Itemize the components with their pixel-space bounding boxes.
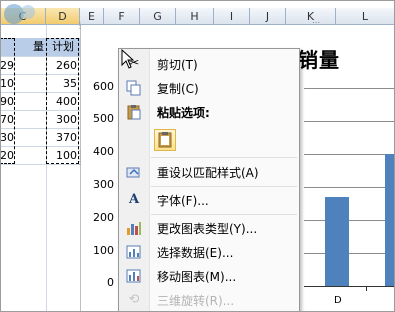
- chart-resize-handle[interactable]: ⋮: [76, 22, 84, 30]
- column-header-k[interactable]: K: [286, 8, 336, 25]
- context-menu: ✂ 剪切(T) 复制(C) 粘贴选项: 重设以匹配样式(A) A 字体(F)..…: [118, 48, 300, 312]
- font-icon: A: [128, 192, 140, 207]
- menu-item-label: 字体(F)...: [157, 194, 209, 208]
- menu-separator: [151, 157, 297, 158]
- chart-title[interactable]: 销量: [298, 44, 340, 73]
- copy-marquee: [0, 38, 15, 164]
- bar[interactable]: [325, 196, 349, 286]
- paste-option-button[interactable]: [154, 129, 176, 151]
- menu-item-select-data[interactable]: 选择数据(E)...: [119, 241, 299, 263]
- column-header-f[interactable]: F: [104, 8, 140, 25]
- reset-style-icon: [125, 164, 143, 180]
- chart-resize-handle[interactable]: ⋮ ⋮: [76, 150, 84, 180]
- y-tick-label: 0: [107, 276, 114, 289]
- watermark-logo: [2, 2, 42, 26]
- move-chart-icon: [125, 268, 143, 284]
- select-data-icon: [125, 244, 143, 260]
- rotate-3d-icon: ⟲: [128, 292, 140, 307]
- menu-item-label: 更改图表类型(Y)...: [157, 222, 258, 236]
- column-header-d[interactable]: D: [46, 8, 80, 25]
- column-header-g[interactable]: G: [140, 8, 176, 25]
- column-header-j[interactable]: J: [250, 8, 286, 25]
- menu-item-label: 三维旋转(R)...: [157, 294, 235, 308]
- gridline: [304, 154, 395, 155]
- gridline: [304, 220, 395, 221]
- menu-item-3d-rotation: ⟲ 三维旋转(R)...: [119, 289, 299, 311]
- column-header-h[interactable]: H: [176, 8, 214, 25]
- column-header-l[interactable]: L: [336, 8, 395, 25]
- column-header-i[interactable]: I: [214, 8, 250, 25]
- paste-icon: [158, 132, 172, 148]
- gridline: [304, 253, 395, 254]
- menu-separator: [151, 214, 297, 215]
- menu-item-label: 移动图表(M)...: [157, 270, 237, 284]
- gridline: [304, 121, 395, 122]
- chart-resize-handle[interactable]: ⋯: [312, 19, 328, 27]
- y-tick-label: 400: [93, 145, 114, 158]
- gridline: [304, 88, 395, 89]
- gridline: [304, 187, 395, 188]
- menu-item-copy[interactable]: 复制(C): [119, 77, 299, 99]
- menu-item-label: 选择数据(E)...: [157, 246, 234, 260]
- menu-item-paste-options: 粘贴选项:: [119, 101, 299, 123]
- menu-item-cut[interactable]: ✂ 剪切(T): [119, 53, 299, 75]
- y-tick-label: 600: [93, 80, 114, 93]
- menu-item-move-chart[interactable]: 移动图表(M)...: [119, 265, 299, 287]
- y-tick-label: 500: [93, 112, 114, 125]
- y-tick-label: 100: [93, 244, 114, 257]
- x-axis-line: [304, 286, 395, 287]
- menu-item-label: 粘贴选项:: [157, 106, 210, 120]
- paste-icon: [125, 104, 143, 120]
- menu-item-font[interactable]: A 字体(F)...: [119, 189, 299, 211]
- chart-type-icon: [125, 220, 143, 236]
- x-tick-label: D: [334, 295, 342, 306]
- mouse-cursor-icon: [121, 48, 135, 69]
- menu-item-reset-style[interactable]: 重设以匹配样式(A): [119, 161, 299, 183]
- copy-marquee: [46, 38, 79, 164]
- copy-icon: [125, 80, 143, 96]
- menu-item-label: 重设以匹配样式(A): [157, 166, 259, 180]
- menu-item-label: 复制(C): [157, 82, 199, 96]
- bar[interactable]: [385, 154, 395, 286]
- x-tick-mark: [366, 286, 367, 291]
- menu-item-label: 剪切(T): [157, 58, 198, 72]
- y-tick-label: 300: [93, 178, 114, 191]
- menu-separator: [151, 186, 297, 187]
- y-tick-label: 200: [93, 211, 114, 224]
- menu-item-change-chart-type[interactable]: 更改图表类型(Y)...: [119, 217, 299, 239]
